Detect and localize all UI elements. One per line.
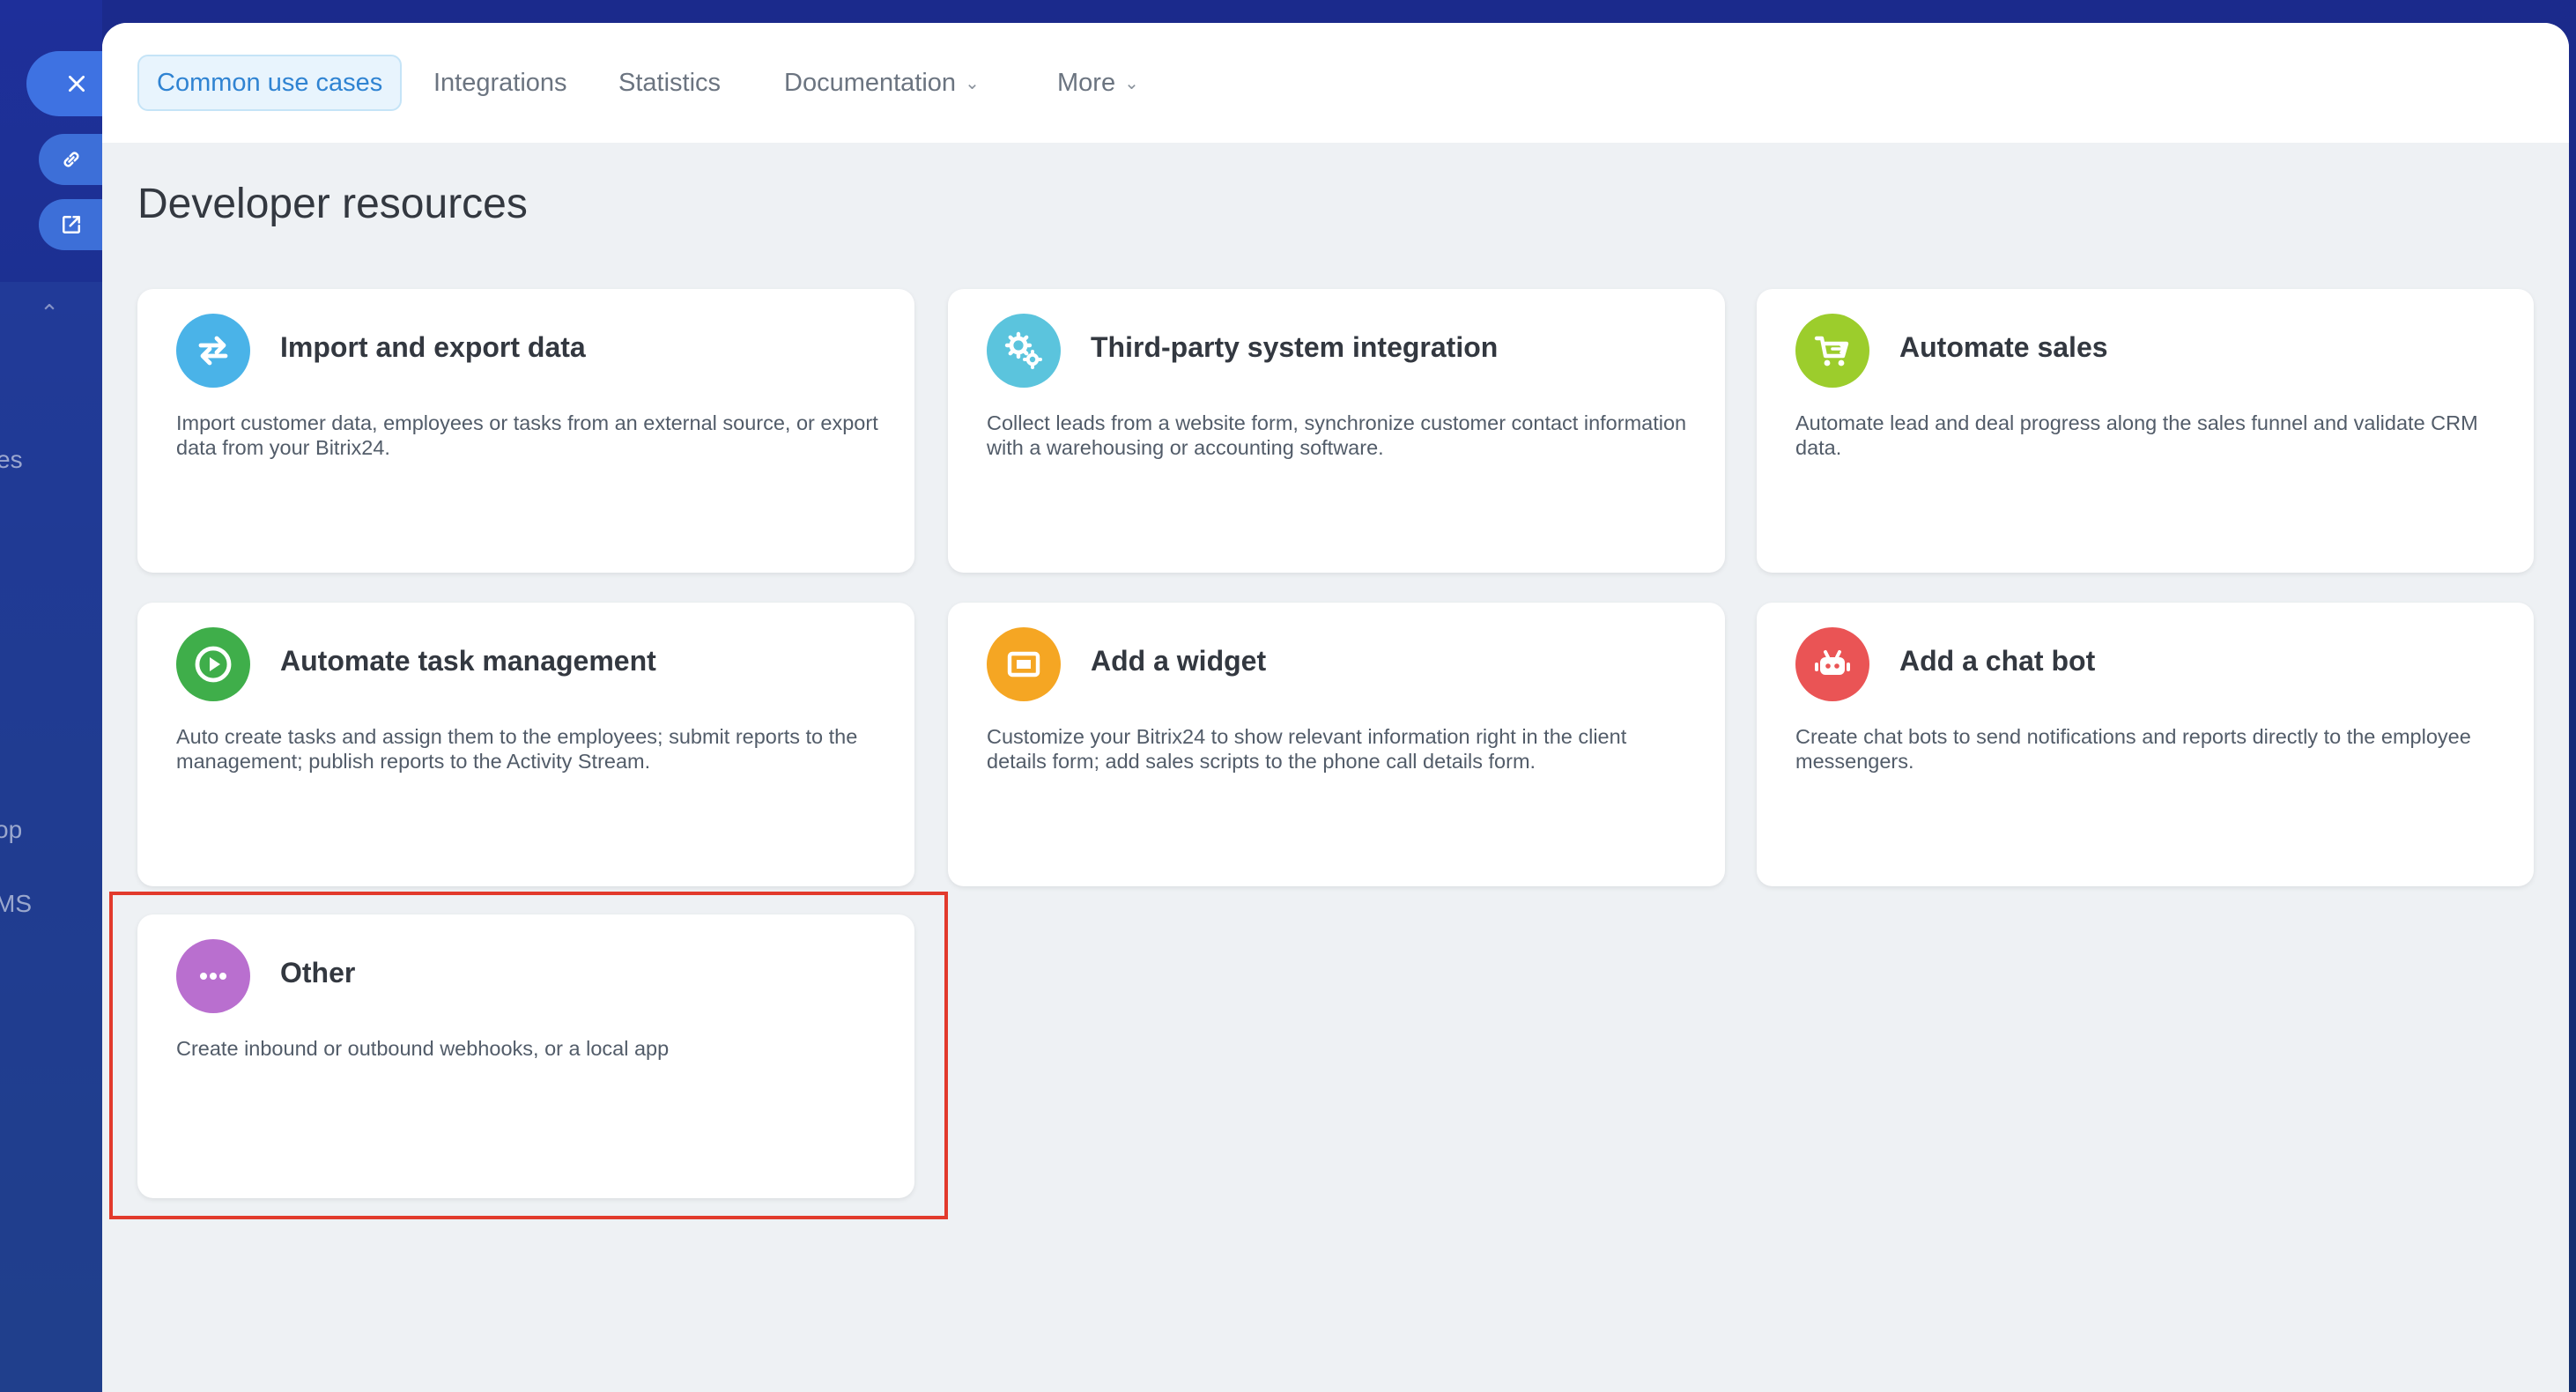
card-title: Import and export data — [280, 331, 586, 363]
tab-documentation-label: Documentation — [784, 69, 957, 97]
card-automate-sales[interactable]: Automate sales Automate lead and deal pr… — [1757, 289, 2534, 573]
card-title: Automate sales — [1899, 331, 2108, 363]
page-title: Developer resources — [137, 181, 528, 227]
top-navigation: Common use cases Integrations Statistics… — [102, 23, 2569, 143]
play-icon — [176, 627, 250, 701]
card-description: Automate lead and deal progress along th… — [1795, 411, 2478, 459]
card-third-party-integration[interactable]: Third-party system integration Collect l… — [948, 289, 1725, 573]
tab-more[interactable]: More ⌄ — [1057, 55, 1139, 111]
card-title: Add a chat bot — [1899, 645, 2096, 677]
card-title: Add a widget — [1091, 645, 1267, 677]
background-text: op — [0, 816, 23, 843]
card-automate-task-management[interactable]: Automate task management Auto create tas… — [137, 603, 914, 886]
robot-icon — [1795, 627, 1869, 701]
card-add-widget[interactable]: Add a widget Customize your Bitrix24 to … — [948, 603, 1725, 886]
highlight-box — [109, 892, 948, 1219]
background-text: MS — [0, 890, 32, 917]
background-text: es — [0, 446, 23, 473]
close-icon — [69, 76, 85, 92]
tab-common-use-cases[interactable]: Common use cases — [137, 55, 403, 111]
gears-icon — [987, 314, 1061, 388]
card-description: Import customer data, employees or tasks… — [176, 411, 878, 459]
tab-documentation[interactable]: Documentation ⌄ — [784, 55, 980, 111]
card-import-export[interactable]: Import and export data Import customer d… — [137, 289, 914, 573]
card-title: Third-party system integration — [1091, 331, 1499, 363]
cart-icon — [1795, 314, 1869, 388]
widget-icon — [987, 627, 1061, 701]
tab-integrations[interactable]: Integrations — [433, 55, 567, 111]
chevron-down-icon: ⌄ — [965, 74, 980, 94]
card-description: Auto create tasks and assign them to the… — [176, 725, 858, 773]
chevron-up-icon: ⌃ — [40, 300, 59, 326]
card-description: Collect leads from a website form, synch… — [987, 411, 1687, 459]
card-add-chat-bot[interactable]: Add a chat bot Create chat bots to send … — [1757, 603, 2534, 886]
card-title: Automate task management — [280, 645, 656, 677]
chevron-down-icon: ⌄ — [1124, 74, 1139, 94]
card-description: Customize your Bitrix24 to show relevant… — [987, 725, 1627, 773]
link-icon — [63, 152, 79, 167]
external-link-icon — [63, 216, 80, 233]
arrows-exchange-icon — [176, 314, 250, 388]
tab-statistics[interactable]: Statistics — [618, 55, 721, 111]
card-description: Create chat bots to send notifications a… — [1795, 725, 2471, 773]
tab-more-label: More — [1057, 69, 1116, 97]
